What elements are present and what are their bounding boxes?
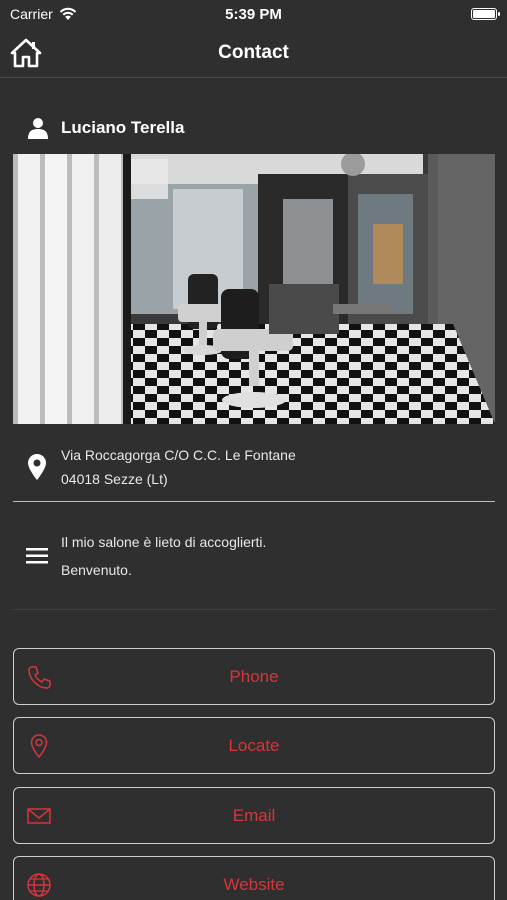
phone-icon [28, 665, 51, 689]
locate-button[interactable]: Locate [13, 717, 495, 774]
globe-icon [27, 872, 51, 897]
email-button[interactable]: Email [13, 787, 495, 844]
description-line-1: Il mio salone è lieto di accoglierti. [61, 534, 267, 550]
address-row[interactable]: Via Roccagorga C/O C.C. Le Fontane 04018… [13, 432, 495, 502]
website-button[interactable]: Website [13, 856, 495, 900]
contact-name: Luciano Terella [61, 118, 185, 137]
address-line-2: 04018 Sezze (Lt) [61, 470, 168, 487]
map-pin-icon [30, 733, 48, 758]
website-button-label: Website [223, 874, 285, 894]
envelope-icon [27, 807, 51, 824]
status-time: 5:39 PM [225, 5, 282, 23]
phone-button-label: Phone [229, 666, 279, 686]
menu-lines-icon [26, 548, 48, 564]
map-pin-icon [28, 453, 46, 480]
battery-icon [471, 8, 500, 20]
page-title: Contact [218, 41, 289, 63]
description-row: Il mio salone è lieto di accoglierti. Be… [13, 510, 495, 602]
salon-photo [13, 154, 495, 424]
home-icon [10, 38, 42, 68]
description-line-2: Benvenuto. [61, 562, 132, 578]
contact-header: Luciano Terella [13, 104, 495, 152]
navigation-bar: Contact [0, 28, 507, 78]
contact-card: Luciano Terella Via Roccagorga C/O C.C. … [13, 104, 495, 610]
email-button-label: Email [232, 805, 276, 825]
phone-button[interactable]: Phone [13, 648, 495, 705]
battery-level [473, 10, 495, 18]
status-bar: Carrier 5:39 PM [0, 0, 507, 28]
home-button[interactable] [10, 38, 42, 68]
locate-button-label: Locate [228, 735, 280, 755]
person-icon [28, 118, 48, 139]
address-line-1: Via Roccagorga C/O C.C. Le Fontane [61, 446, 296, 463]
